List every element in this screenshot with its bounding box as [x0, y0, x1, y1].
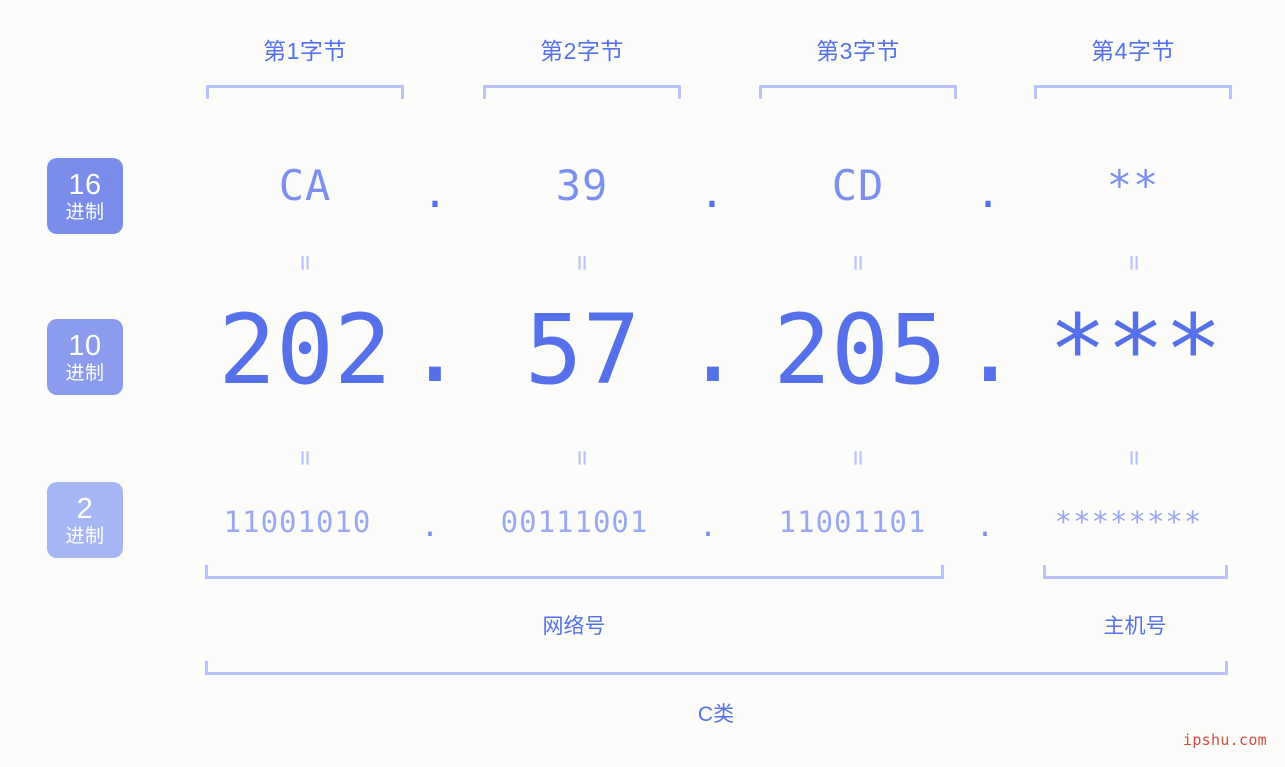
- equals-connector-hex-dec-1: =: [290, 255, 320, 271]
- network-bracket: [205, 565, 944, 579]
- radix-badge-binary-number: 2: [76, 492, 94, 525]
- radix-badge-hex-number: 16: [68, 168, 102, 201]
- binary-octet-1: 11001010: [223, 505, 372, 539]
- equals-connector-hex-dec-3: =: [843, 255, 873, 271]
- byte-header-2: 第2字节: [540, 38, 624, 64]
- byte-bracket-4: [1034, 85, 1232, 99]
- byte-bracket-3: [759, 85, 957, 99]
- byte-bracket-1: [206, 85, 404, 99]
- decimal-octet-1: 202: [218, 294, 392, 406]
- hex-octet-1: CA: [278, 161, 332, 210]
- binary-octet-2: 00111001: [500, 505, 649, 539]
- decimal-dot-separator-2: .: [684, 292, 742, 404]
- decimal-octet-3: 205: [773, 294, 947, 406]
- byte-bracket-2: [483, 85, 681, 99]
- hex-dot-separator-2: .: [699, 168, 725, 217]
- hex-octet-2: 39: [555, 161, 609, 210]
- radix-badge-decimal-unit: 进制: [65, 362, 105, 384]
- binary-dot-separator-2: .: [699, 509, 717, 543]
- equals-connector-dec-bin-1: =: [290, 450, 320, 466]
- binary-dot-separator-3: .: [976, 509, 994, 543]
- radix-badge-decimal-number: 10: [68, 329, 102, 362]
- radix-badge-hex-unit: 进制: [65, 201, 105, 223]
- host-bracket: [1043, 565, 1228, 579]
- decimal-octet-4: ***: [1048, 294, 1223, 406]
- class-label: C类: [697, 703, 735, 726]
- radix-badge-hex: 16 进制: [47, 158, 123, 234]
- hex-dot-separator-1: .: [422, 168, 448, 217]
- equals-connector-dec-bin-4: =: [1119, 450, 1149, 466]
- decimal-dot-separator-3: .: [961, 292, 1019, 404]
- decimal-octet-2: 57: [524, 294, 641, 406]
- network-label: 网络号: [542, 615, 606, 638]
- binary-dot-separator-1: .: [421, 509, 439, 543]
- binary-octet-3: 11001101: [778, 505, 927, 539]
- class-bracket: [205, 661, 1228, 675]
- host-label: 主机号: [1103, 615, 1167, 638]
- byte-header-1: 第1字节: [263, 38, 347, 64]
- hex-octet-4: **: [1106, 161, 1160, 210]
- equals-connector-hex-dec-4: =: [1119, 255, 1149, 271]
- binary-octet-4: ********: [1054, 505, 1203, 539]
- hex-dot-separator-3: .: [975, 168, 1001, 217]
- radix-badge-binary: 2 进制: [47, 482, 123, 558]
- byte-header-3: 第3字节: [816, 38, 900, 64]
- equals-connector-dec-bin-3: =: [843, 450, 873, 466]
- ip-address-breakdown-diagram: 第1字节 第2字节 第3字节 第4字节 16 进制 10 进制 2 进制 CA …: [0, 0, 1285, 767]
- watermark: ipshu.com: [1183, 731, 1267, 749]
- hex-octet-3: CD: [831, 161, 885, 210]
- equals-connector-dec-bin-2: =: [567, 450, 597, 466]
- byte-header-4: 第4字节: [1091, 38, 1175, 64]
- equals-connector-hex-dec-2: =: [567, 255, 597, 271]
- radix-badge-decimal: 10 进制: [47, 319, 123, 395]
- radix-badge-binary-unit: 进制: [65, 525, 105, 547]
- decimal-dot-separator-1: .: [406, 292, 464, 404]
